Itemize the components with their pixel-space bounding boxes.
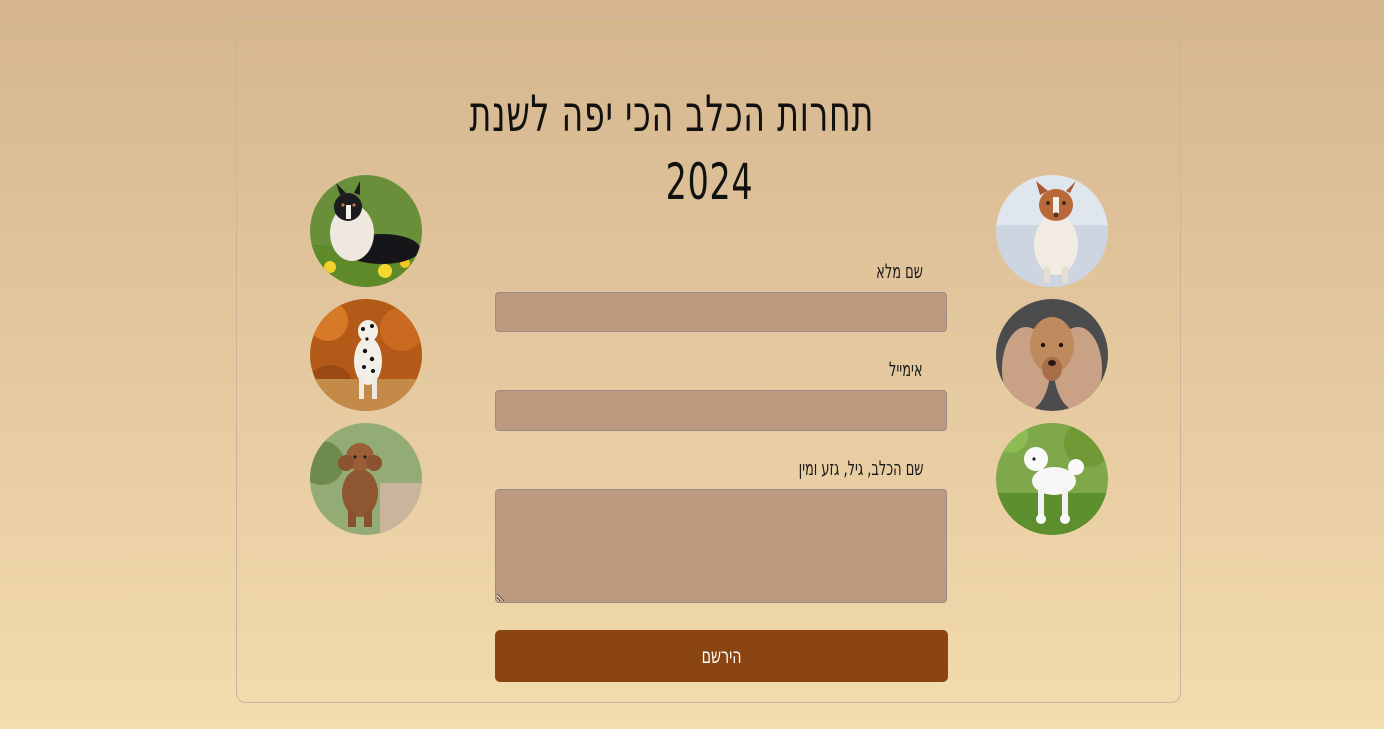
full-name-input[interactable] <box>495 292 947 332</box>
page-title: תחרות הכלב הכי יפה לשנת 2024 <box>469 80 875 216</box>
dalmatian-photo <box>310 299 422 411</box>
email-input[interactable] <box>495 390 947 431</box>
red-merle-shepherd-photo <box>996 175 1108 287</box>
white-poodle-photo <box>996 423 1108 535</box>
brown-poodle-photo <box>310 423 422 535</box>
australian-shepherd-photo <box>310 175 422 287</box>
full-name-label: שם מלא <box>876 259 923 283</box>
email-label: אימייל <box>889 357 923 381</box>
dog-details-label: שם הכלב, גיל, גזע ומין <box>798 456 923 480</box>
afghan-hound-photo <box>996 299 1108 411</box>
page-title-line-2: 2024 <box>665 153 754 211</box>
dog-details-textarea[interactable] <box>495 489 947 603</box>
register-button-label: הירשם <box>701 644 742 668</box>
register-button[interactable]: הירשם <box>495 630 948 682</box>
page-title-line-1: תחרות הכלב הכי יפה לשנת <box>469 85 875 143</box>
